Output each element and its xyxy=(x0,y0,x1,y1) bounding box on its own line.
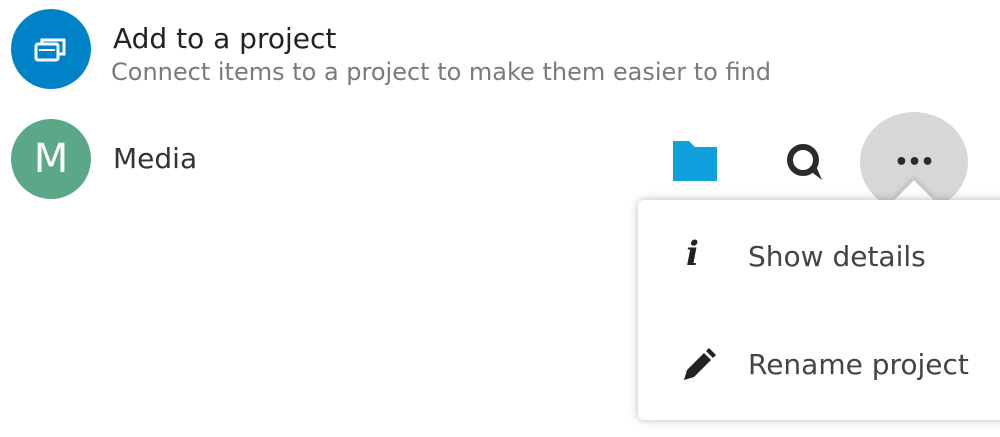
add-project-title[interactable]: Add to a project xyxy=(113,22,336,55)
project-name[interactable]: Media xyxy=(113,142,197,175)
add-project-avatar[interactable] xyxy=(11,9,91,89)
menu-item-rename-project[interactable]: Rename project xyxy=(638,316,1000,416)
menu-item-label: Rename project xyxy=(748,348,969,381)
folder-icon xyxy=(673,141,717,181)
talk-button[interactable] xyxy=(776,136,832,186)
more-icon: ••• xyxy=(894,150,934,175)
menu-item-show-details[interactable]: i Show details xyxy=(638,208,1000,308)
pencil-icon xyxy=(684,348,716,380)
folder-button[interactable] xyxy=(665,137,725,185)
menu-item-label: Show details xyxy=(748,240,926,273)
projects-icon xyxy=(34,38,66,62)
add-to-project-row[interactable]: Add to a project Connect items to a proj… xyxy=(0,0,1000,100)
project-row: M Media ••• xyxy=(0,112,1000,212)
add-project-subtitle: Connect items to a project to make them … xyxy=(111,58,772,86)
actions-menu: i Show details Rename project xyxy=(638,200,1000,420)
project-avatar: M xyxy=(11,119,91,199)
info-icon: i xyxy=(686,234,699,274)
talk-icon xyxy=(787,144,822,180)
